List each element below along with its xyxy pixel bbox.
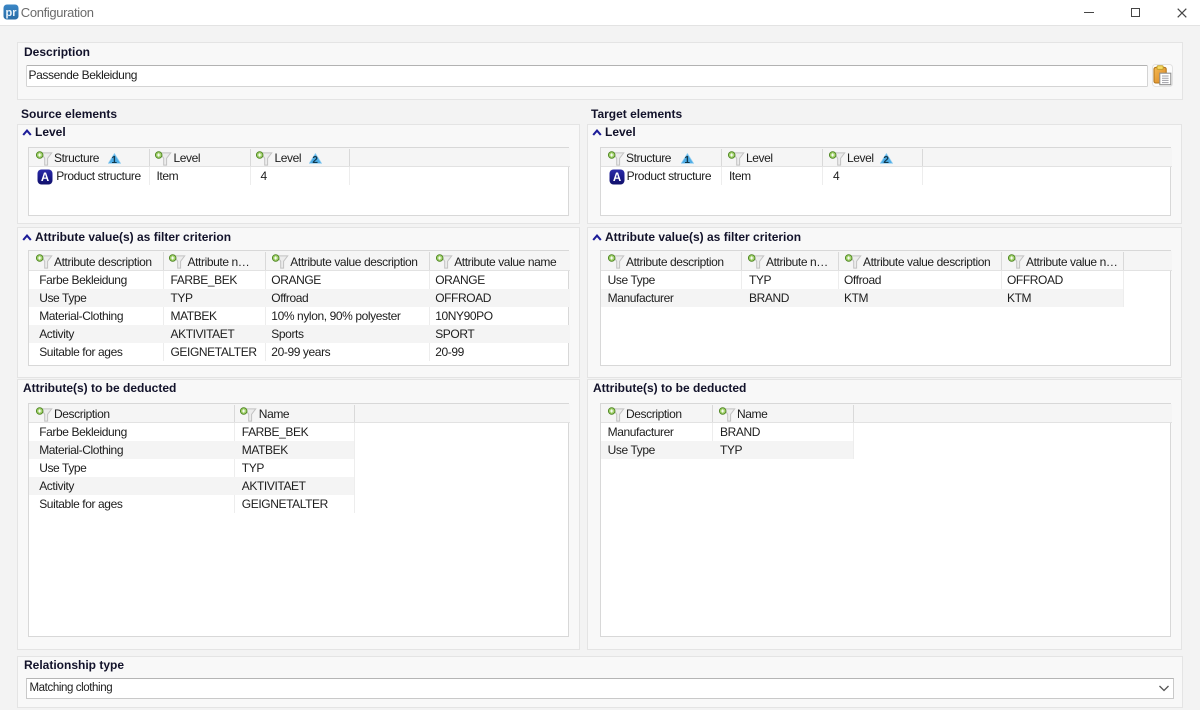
svg-text:pr: pr	[6, 7, 18, 19]
svg-text:2: 2	[312, 154, 318, 163]
svg-text:2: 2	[883, 154, 889, 163]
svg-text:A: A	[41, 172, 49, 184]
svg-text:A: A	[613, 172, 621, 184]
svg-text:1: 1	[684, 154, 690, 163]
svg-text:1: 1	[111, 154, 117, 163]
